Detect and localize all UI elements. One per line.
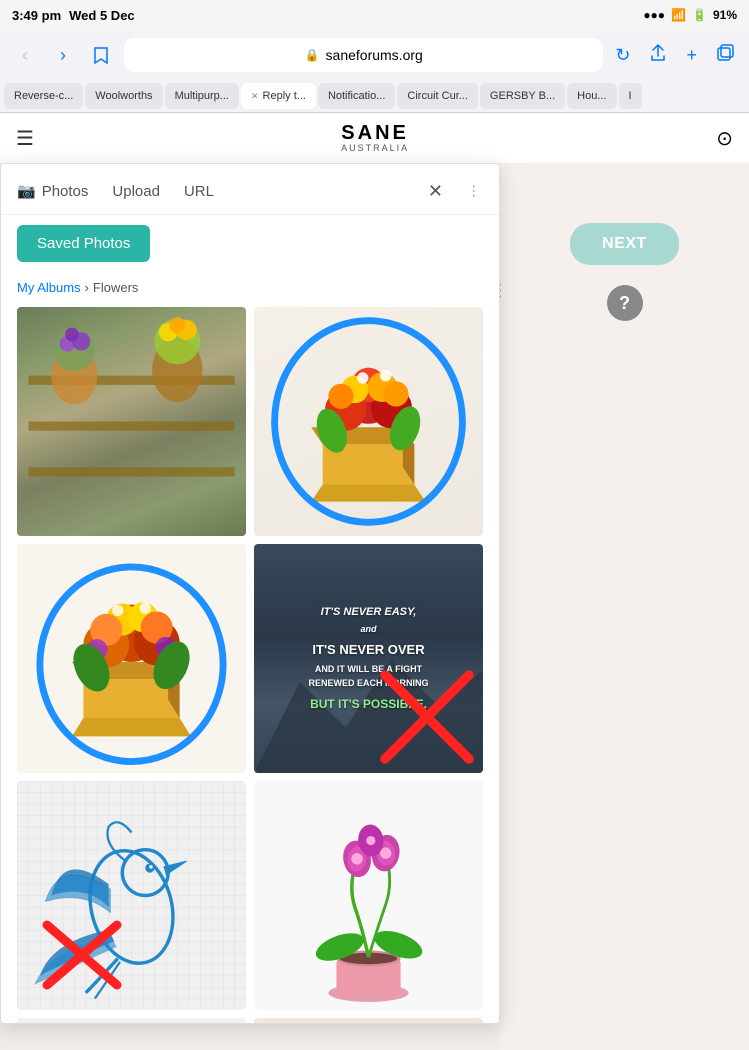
signal-icon: 📶 [671, 8, 686, 22]
tab-multipurp[interactable]: Multipurp... [165, 83, 239, 109]
photo-item-7[interactable] [17, 1018, 246, 1023]
breadcrumb-current: Flowers [93, 280, 139, 295]
bouquet-red-svg [254, 307, 483, 536]
tab-i[interactable]: I [619, 83, 642, 109]
breadcrumb-root[interactable]: My Albums [17, 280, 81, 295]
tab-upload[interactable]: Upload [112, 179, 160, 204]
tab-label: GERSBY B... [490, 90, 555, 102]
tab-photos[interactable]: 📷 Photos [17, 178, 88, 204]
url-text: saneforums.org [326, 47, 423, 63]
time: 3:49 pm [12, 8, 61, 23]
tab-label: Circuit Cur... [407, 90, 468, 102]
battery-percent: 91% [713, 8, 737, 22]
modal-close-button[interactable]: ✕ [428, 182, 443, 200]
wifi-icon: ●●● [643, 8, 665, 22]
photo-item-1[interactable] [17, 307, 246, 536]
share-button[interactable] [644, 39, 672, 72]
reload-button[interactable]: ↻ [611, 41, 634, 70]
browser-actions: ↻ + [611, 39, 739, 72]
tab-label: Woolworths [95, 90, 152, 102]
status-bar: 3:49 pm Wed 5 Dec ●●● 📶 🔋 91% [0, 0, 749, 30]
address-bar[interactable]: 🔒 saneforums.org [124, 38, 603, 72]
tab-label: Multipurp... [175, 90, 229, 102]
camera-icon: 📷 [17, 182, 36, 200]
date: Wed 5 Dec [69, 8, 135, 23]
photos-grid: IT'S NEVER EASY, and IT'S NEVER OVER AND… [1, 303, 499, 1023]
tab-close-icon[interactable]: ✕ [251, 91, 259, 102]
tab-label: Hou... [577, 90, 606, 102]
battery-icon: 🔋 [692, 8, 707, 22]
right-panel: NEXT ? [500, 163, 749, 1050]
tab-notification[interactable]: Notificatio... [318, 83, 395, 109]
breadcrumb: My Albums › Flowers [1, 272, 499, 303]
photo-item-2[interactable] [254, 307, 483, 536]
breadcrumb-separator: › [85, 280, 89, 295]
modal-header: 📷 Photos Upload URL ✕ ··· [1, 164, 499, 215]
wreath-svg [17, 1018, 246, 1023]
tab-label: Reverse-c... [14, 90, 73, 102]
tab-gersby[interactable]: GERSBY B... [480, 83, 565, 109]
tab-hou[interactable]: Hou... [567, 83, 616, 109]
tab-label: Notificatio... [328, 90, 385, 102]
page-wrapper: ☰ SANE AUSTRALIA ⊙ 📷 Photos Upload URL [0, 113, 749, 1000]
bookmarks-button[interactable] [86, 40, 116, 70]
help-button[interactable]: ? [607, 285, 643, 321]
status-icons: ●●● 📶 🔋 91% [643, 8, 737, 22]
browser-nav: ‹ › 🔒 saneforums.org ↻ + [0, 30, 749, 80]
bird-drawing-svg [17, 781, 246, 1010]
site-logo: SANE AUSTRALIA [341, 122, 409, 154]
tab-label: I [629, 90, 632, 102]
status-time-date: 3:49 pm Wed 5 Dec [12, 8, 135, 23]
search-icon[interactable]: ⊙ [716, 126, 733, 151]
photos-tab-label: Photos [42, 183, 89, 200]
browser-chrome: ‹ › 🔒 saneforums.org ↻ + [0, 30, 749, 113]
upload-tab-label: Upload [112, 183, 160, 200]
modal-tabs: 📷 Photos Upload URL [17, 178, 214, 204]
next-button[interactable]: NEXT [570, 223, 679, 265]
tab-circuit[interactable]: Circuit Cur... [397, 83, 478, 109]
saved-photos-button[interactable]: Saved Photos [17, 225, 150, 262]
tabs-button[interactable] [711, 39, 739, 72]
tab-reverse-c[interactable]: Reverse-c... [4, 83, 83, 109]
upload-modal: 📷 Photos Upload URL ✕ ··· Saved Photos M… [0, 163, 500, 1024]
photo-item-4[interactable]: IT'S NEVER EASY, and IT'S NEVER OVER AND… [254, 544, 483, 773]
url-tab-label: URL [184, 183, 214, 200]
sunflower-svg [254, 1018, 483, 1023]
new-tab-button[interactable]: + [682, 41, 701, 70]
back-button[interactable]: ‹ [10, 40, 40, 70]
browser-tabs: Reverse-c... Woolworths Multipurp... ✕ R… [0, 80, 749, 112]
tab-reply[interactable]: ✕ Reply t... [241, 83, 316, 109]
bouquet-orange-svg [17, 544, 246, 773]
photo-item-8[interactable] [254, 1018, 483, 1023]
lock-icon: 🔒 [305, 48, 320, 62]
photo-item-6[interactable] [254, 781, 483, 1010]
modal-more-button[interactable]: ··· [467, 184, 483, 198]
photo-item-3[interactable] [17, 544, 246, 773]
orchid-svg [254, 781, 483, 1010]
forward-button[interactable]: › [48, 40, 78, 70]
tab-woolworths[interactable]: Woolworths [85, 83, 162, 109]
tab-label: Reply t... [263, 90, 306, 102]
hamburger-icon[interactable]: ☰ [16, 126, 34, 151]
photo-item-5[interactable] [17, 781, 246, 1010]
site-header: ☰ SANE AUSTRALIA ⊙ [0, 113, 749, 163]
shelf-flowers-svg [17, 307, 246, 536]
tab-url[interactable]: URL [184, 179, 214, 204]
